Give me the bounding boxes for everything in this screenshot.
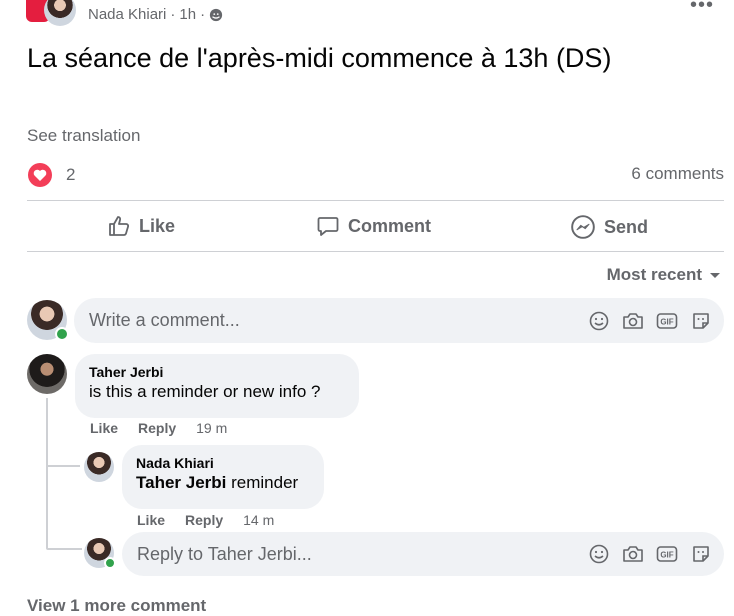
like-label: Like — [139, 215, 176, 236]
online-indicator — [104, 557, 116, 569]
reply-text-line: Taher Jerbi reminder — [136, 473, 310, 493]
love-reaction-icon — [28, 163, 52, 187]
reply-author-avatar[interactable] — [84, 452, 114, 482]
post-text: La séance de l'après-midi commence à 13h… — [27, 43, 612, 73]
messenger-icon — [570, 214, 596, 240]
header-separator: · — [170, 6, 176, 23]
sort-label: Most recent — [606, 265, 702, 284]
send-button[interactable]: Send — [570, 214, 648, 240]
comment-input[interactable]: Write a comment... GIF — [74, 298, 724, 343]
thread-line — [46, 548, 82, 550]
comment-like-button[interactable]: Like — [90, 420, 118, 436]
chevron-down-icon — [708, 268, 722, 282]
svg-text:GIF: GIF — [660, 317, 673, 326]
reply-mention[interactable]: Taher Jerbi — [136, 473, 226, 492]
comment-text: is this a reminder or new info ? — [89, 382, 321, 401]
comment-icon — [316, 214, 340, 238]
reply-actions: Like Reply 14 m — [137, 512, 274, 528]
comment-actions: Like Reply 19 m — [90, 420, 227, 436]
divider — [27, 251, 724, 252]
reply-text: reminder — [231, 473, 299, 492]
send-label: Send — [604, 216, 649, 237]
reply-input[interactable]: Reply to Taher Jerbi... GIF — [122, 532, 724, 576]
reply-author[interactable]: Nada Khiari — [136, 455, 310, 471]
post-time[interactable]: 1h — [179, 6, 196, 23]
like-button[interactable]: Like — [107, 214, 175, 238]
comment-bubble: Taher Jerbi is this a reminder or new in… — [75, 354, 359, 418]
emoji-icon[interactable] — [588, 310, 610, 332]
reply-like-button[interactable]: Like — [137, 512, 165, 528]
composer-tools: GIF — [588, 310, 712, 332]
thumbs-up-icon — [107, 214, 131, 238]
thread-line — [46, 398, 48, 548]
comment-reply-button[interactable]: Reply — [138, 420, 176, 436]
more-options-icon[interactable]: ••• — [690, 0, 714, 17]
emoji-icon[interactable] — [588, 543, 610, 565]
divider — [27, 200, 724, 201]
svg-text:GIF: GIF — [660, 551, 673, 560]
reply-thread-line — [46, 465, 80, 467]
header-separator: · — [200, 6, 206, 23]
see-translation-link[interactable]: See translation — [27, 126, 140, 146]
gif-icon[interactable]: GIF — [656, 543, 678, 565]
reply-bubble: Nada Khiari Taher Jerbi reminder — [122, 445, 324, 509]
reply-time[interactable]: 14 m — [243, 512, 274, 528]
commenter-avatar[interactable] — [27, 354, 67, 394]
camera-icon[interactable] — [622, 543, 644, 565]
comments-count[interactable]: 6 comments — [631, 164, 724, 184]
view-more-comments-link[interactable]: View 1 more comment — [27, 596, 206, 616]
comment-input-placeholder: Write a comment... — [89, 310, 240, 330]
camera-icon[interactable] — [622, 310, 644, 332]
reply-reply-button[interactable]: Reply — [185, 512, 223, 528]
reaction-count: 2 — [66, 165, 76, 184]
reply-composer-tools: GIF — [588, 543, 712, 565]
author-name[interactable]: Nada Khiari — [88, 6, 166, 23]
reactions-summary[interactable]: 2 — [28, 163, 75, 187]
sticker-icon[interactable] — [690, 543, 712, 565]
sort-dropdown[interactable]: Most recent — [607, 265, 722, 285]
gif-icon[interactable]: GIF — [656, 310, 678, 332]
sticker-icon[interactable] — [690, 310, 712, 332]
comment-button[interactable]: Comment — [316, 214, 431, 238]
reply-input-placeholder: Reply to Taher Jerbi... — [137, 543, 312, 564]
online-indicator — [55, 327, 69, 341]
post-header: Nada Khiari · 1h · — [88, 6, 223, 23]
comment-time[interactable]: 19 m — [196, 420, 227, 436]
author-avatar[interactable] — [44, 0, 76, 26]
audience-icon[interactable] — [209, 8, 223, 22]
comment-author[interactable]: Taher Jerbi — [89, 364, 345, 380]
comment-label: Comment — [348, 215, 432, 236]
